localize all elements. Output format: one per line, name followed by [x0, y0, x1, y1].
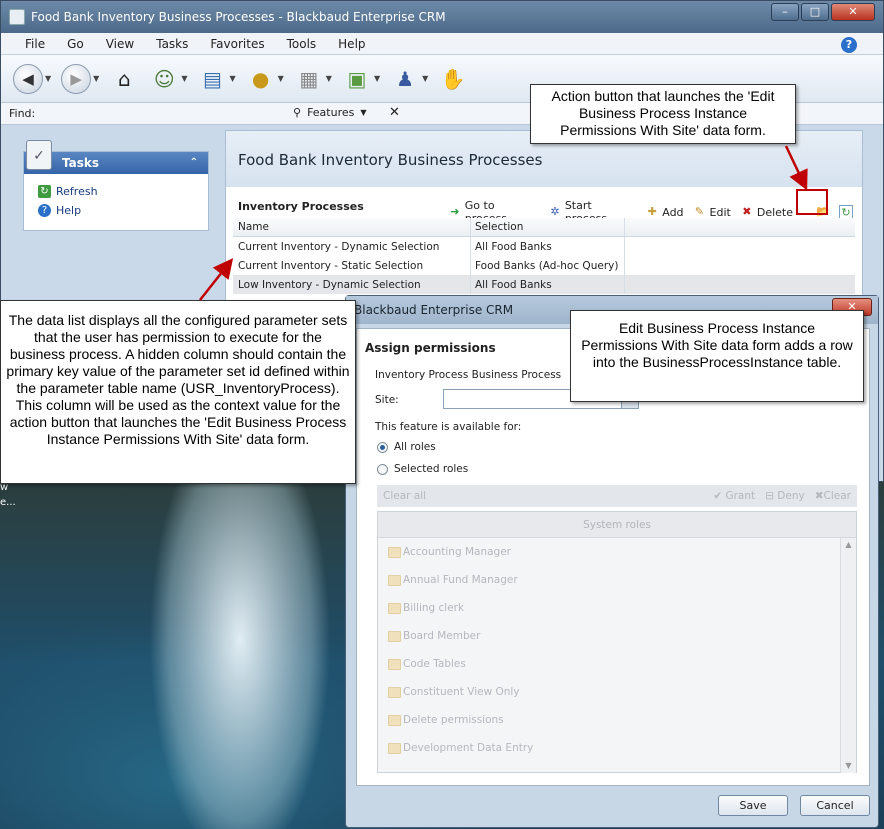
callout-arrows — [199, 145, 808, 301]
arrow-to-action-button — [784, 145, 808, 191]
arrow-to-grid — [199, 258, 234, 301]
